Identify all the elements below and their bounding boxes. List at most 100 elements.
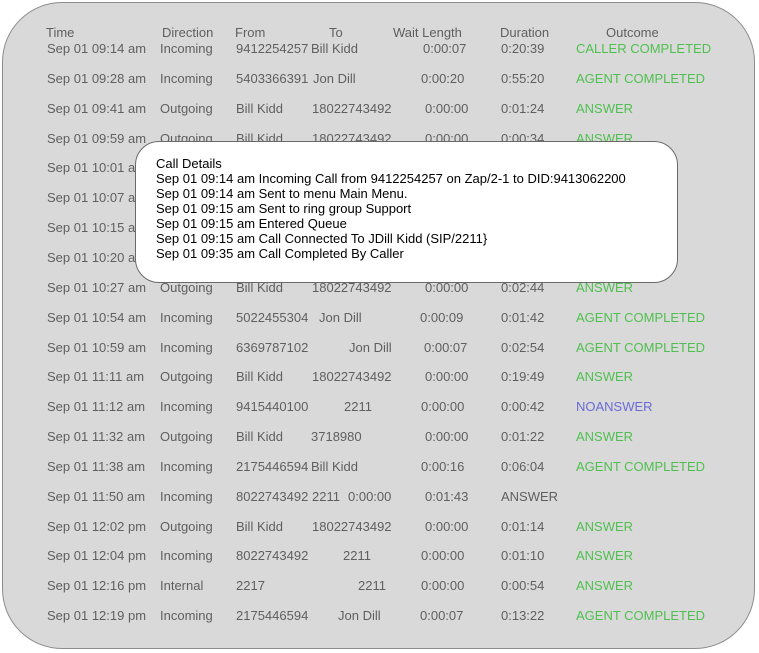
cell-time: Sep 01 11:38 am xyxy=(47,459,146,474)
cell-wait-length: 0:00:07 xyxy=(423,41,467,56)
cell-time: Sep 01 12:04 pm xyxy=(47,548,147,563)
cell-from: 2175446594 xyxy=(236,608,309,623)
cell-to: Jon Dill xyxy=(349,340,392,355)
cell-direction: Outgoing xyxy=(160,101,213,116)
call-detail-line: Sep 01 09:15 am Entered Queue xyxy=(156,216,347,231)
cell-to: 2211 xyxy=(312,489,340,504)
cell-duration: 0:01:22 xyxy=(501,429,545,444)
cell-direction: Incoming xyxy=(160,459,213,474)
call-detail-line: Sep 01 09:15 am Sent to ring group Suppo… xyxy=(156,201,412,216)
cell-duration: 0:01:14 xyxy=(501,519,545,534)
cell-from: 5403366391 xyxy=(236,71,309,86)
header-time: Time xyxy=(46,25,75,40)
cell-direction: Incoming xyxy=(160,310,213,325)
call-detail-line: Sep 01 09:14 am Sent to menu Main Menu. xyxy=(156,186,408,201)
cell-time: Sep 01 12:02 pm xyxy=(47,519,147,534)
cell-time: Sep 01 10:20 am xyxy=(47,250,147,265)
cell-outcome: NOANSWER xyxy=(576,399,653,414)
cell-direction: Incoming xyxy=(160,340,213,355)
cell-outcome: ANSWER xyxy=(576,548,634,563)
cell-time: Sep 01 10:54 am xyxy=(47,310,147,325)
cell-time: Sep 01 10:59 am xyxy=(47,340,147,355)
cell-direction: Internal xyxy=(160,578,204,593)
cell-direction: Incoming xyxy=(160,548,213,563)
call-log-panel: Time Direction From To Wait Length Duration Ou… xyxy=(2,2,755,649)
cell-from: 2217 xyxy=(236,578,265,593)
cell-time: Sep 01 10:27 am xyxy=(47,280,147,295)
cell-duration: 0:55:20 xyxy=(501,71,545,86)
cell-outcome: AGENT COMPLETED xyxy=(576,459,706,474)
cell-wait-length: 0:00:07 xyxy=(424,340,468,355)
cell-outcome: CALLER COMPLETED xyxy=(576,41,712,56)
cell-direction: Outgoing xyxy=(160,519,213,534)
cell-wait-length: 0:00:00 xyxy=(348,489,392,504)
call-detail-line: Sep 01 09:14 am Incoming Call from 94122… xyxy=(156,171,626,186)
header-to: To xyxy=(329,25,343,40)
cell-to: 18022743492 xyxy=(312,101,392,116)
cell-direction: Incoming xyxy=(160,71,213,86)
cell-time: Sep 01 09:28 am xyxy=(47,71,147,86)
cell-outcome: AGENT COMPLETED xyxy=(576,340,706,355)
cell-time: Sep 01 09:59 am xyxy=(47,131,147,146)
cell-duration: 0:06:04 xyxy=(501,459,545,474)
call-details-popup: Call Details Sep 01 09:14 am Incoming Ca… xyxy=(135,141,678,283)
cell-wait-length: 0:00:00 xyxy=(421,578,465,593)
cell-wait-length: 0:00:00 xyxy=(421,399,465,414)
cell-from: 6369787102 xyxy=(236,340,309,355)
cell-wait-length: 0:00:00 xyxy=(421,548,465,563)
header-from: From xyxy=(235,25,266,40)
cell-duration: 0:01:24 xyxy=(501,101,545,116)
cell-from: 2175446594 xyxy=(236,459,309,474)
cell-outcome: ANSWER xyxy=(576,101,634,116)
cell-direction: Incoming xyxy=(160,608,213,623)
cell-duration: 0:19:49 xyxy=(501,369,545,384)
cell-outcome: ANSWER xyxy=(576,369,634,384)
cell-wait-length: 0:00:00 xyxy=(425,369,469,384)
cell-to: Bill Kidd xyxy=(311,459,358,474)
cell-outcome: AGENT COMPLETED xyxy=(576,608,706,623)
cell-time: Sep 01 10:01 am xyxy=(47,160,147,175)
cell-outcome: ANSWER xyxy=(576,578,634,593)
cell-wait-length: 0:00:00 xyxy=(425,429,469,444)
cell-to: 18022743492 xyxy=(312,519,392,534)
cell-duration: 0:13:22 xyxy=(501,608,545,623)
cell-outcome: ANSWER xyxy=(576,519,634,534)
header-wait-length: Wait Length xyxy=(393,25,462,40)
cell-duration: 0:00:54 xyxy=(501,578,545,593)
cell-duration: 0:20:39 xyxy=(501,41,545,56)
cell-direction: Outgoing xyxy=(160,429,213,444)
header-outcome: Outcome xyxy=(606,25,659,40)
call-detail-line: Sep 01 09:35 am Call Completed By Caller xyxy=(156,246,404,261)
cell-outcome: AGENT COMPLETED xyxy=(576,310,706,325)
cell-time: Sep 01 09:14 am xyxy=(47,41,147,56)
cell-wait-length: 0:00:09 xyxy=(420,310,464,325)
header-duration: Duration xyxy=(500,25,550,40)
cell-to: Jon Dill xyxy=(338,608,381,623)
cell-outcome: AGENT COMPLETED xyxy=(576,71,706,86)
cell-to: 2211 xyxy=(344,399,372,414)
cell-time: Sep 01 11:50 am xyxy=(47,489,146,504)
cell-time: Sep 01 12:19 pm xyxy=(47,608,147,623)
cell-from: 9415440100 xyxy=(236,399,309,414)
cell-outcome: ANSWER xyxy=(501,489,559,504)
cell-direction: Incoming xyxy=(160,489,213,504)
cell-duration: 0:02:54 xyxy=(501,340,545,355)
cell-duration: 0:01:10 xyxy=(501,548,545,563)
cell-wait-length: 0:00:00 xyxy=(425,519,469,534)
cell-time: Sep 01 11:32 am xyxy=(47,429,146,444)
cell-outcome: ANSWER xyxy=(576,429,634,444)
cell-time: Sep 01 10:07 am xyxy=(47,190,147,205)
cell-to: 3718980 xyxy=(311,429,362,444)
cell-time: Sep 01 11:12 am xyxy=(47,399,146,414)
cell-direction: Outgoing xyxy=(160,369,213,384)
cell-from: Bill Kidd xyxy=(236,519,283,534)
call-detail-line: Sep 01 09:15 am Call Connected To JDill … xyxy=(156,231,488,246)
cell-to: 2211 xyxy=(343,548,371,563)
cell-to: 2211 xyxy=(358,578,386,593)
header-direction: Direction xyxy=(162,25,214,40)
cell-wait-length: 0:00:07 xyxy=(420,608,464,623)
cell-from: Bill Kidd xyxy=(236,429,283,444)
cell-from: 9412254257 xyxy=(236,41,309,56)
cell-to: Jon Dill xyxy=(319,310,362,325)
cell-from: 5022455304 xyxy=(236,310,309,325)
